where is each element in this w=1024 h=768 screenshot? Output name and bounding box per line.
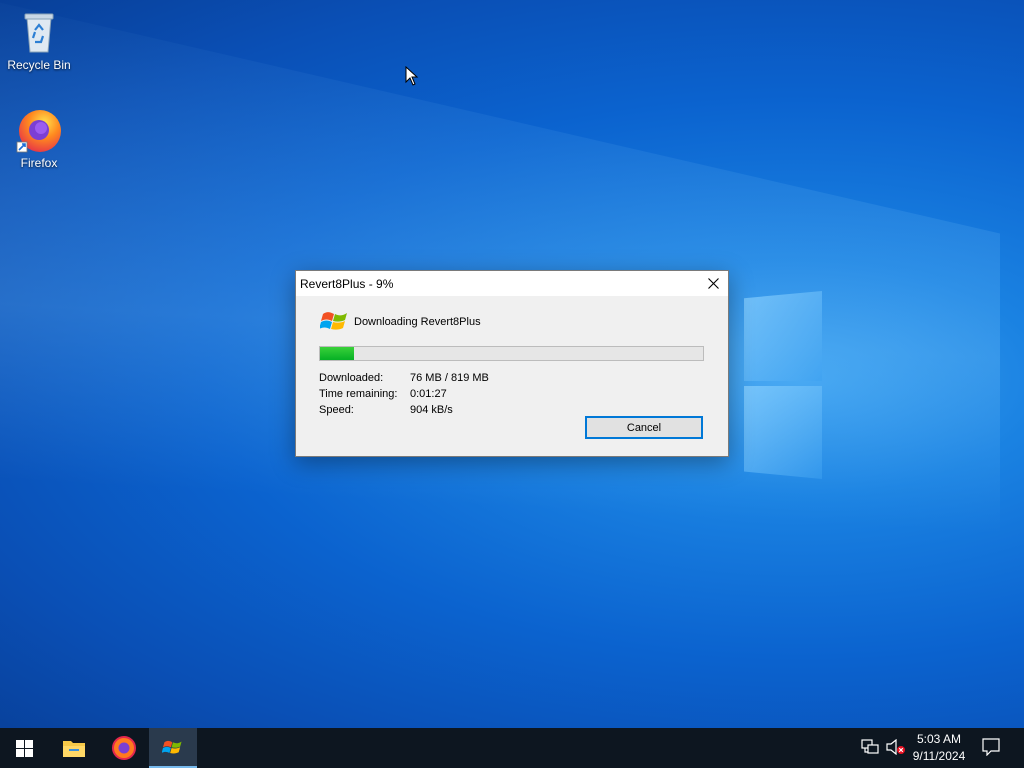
info-label: Downloaded: <box>319 372 384 384</box>
desktop-icon-label: Firefox <box>20 156 58 170</box>
network-icon[interactable] <box>861 739 879 760</box>
dialog-title: Revert8Plus - 9% <box>300 277 394 291</box>
download-dialog: Revert8Plus - 9% Downloading Revert8Plus <box>295 270 729 457</box>
firefox-icon <box>15 106 63 154</box>
clock-time: 5:03 AM <box>916 732 962 746</box>
recycle-bin-icon <box>15 8 63 56</box>
taskbar-revert8plus[interactable] <box>149 728 197 768</box>
action-center-icon[interactable] <box>982 738 1000 761</box>
mouse-pointer-icon <box>405 65 419 91</box>
taskbar-clock[interactable]: 5:03 AM 9/11/2024 <box>906 731 972 765</box>
download-info: Downloaded: 76 MB / 819 MB Time remainin… <box>319 372 489 420</box>
info-row-speed: Speed: 904 kB/s <box>319 404 489 420</box>
dialog-heading: Downloading Revert8Plus <box>320 308 481 336</box>
download-progress-bar <box>319 346 704 361</box>
windows-flag-icon <box>162 740 182 754</box>
taskbar-file-explorer[interactable] <box>50 728 98 768</box>
start-button[interactable] <box>0 728 48 768</box>
info-row-time-remaining: Time remaining: 0:01:27 <box>319 388 489 404</box>
info-label: Speed: <box>319 404 354 416</box>
info-value: 0:01:27 <box>410 388 447 400</box>
taskbar-firefox[interactable] <box>100 728 148 768</box>
desktop-icon-label: Recycle Bin <box>7 58 71 72</box>
close-icon <box>707 278 719 289</box>
volume-muted-icon[interactable] <box>886 738 906 760</box>
dialog-heading-text: Downloading Revert8Plus <box>354 316 481 328</box>
close-button[interactable] <box>698 271 728 296</box>
download-progress-fill <box>320 347 355 360</box>
dialog-titlebar[interactable]: Revert8Plus - 9% <box>296 271 728 296</box>
info-label: Time remaining: <box>319 388 398 400</box>
folder-icon <box>63 741 85 757</box>
windows-start-icon <box>15 739 33 757</box>
info-value: 76 MB / 819 MB <box>410 372 489 384</box>
windows-flag-icon <box>320 312 347 330</box>
clock-date: 9/11/2024 <box>912 749 966 763</box>
taskbar: 5:03 AM 9/11/2024 <box>0 728 1024 768</box>
info-value: 904 kB/s <box>410 404 453 416</box>
desktop: Recycle Bin Firefox Revert8Plus - 9% Dow… <box>0 0 1024 728</box>
cancel-button[interactable]: Cancel <box>585 416 703 439</box>
desktop-icon-firefox[interactable]: Firefox <box>1 106 77 170</box>
info-row-downloaded: Downloaded: 76 MB / 819 MB <box>319 372 489 388</box>
desktop-icon-recycle-bin[interactable]: Recycle Bin <box>1 8 77 72</box>
firefox-icon <box>112 736 136 760</box>
